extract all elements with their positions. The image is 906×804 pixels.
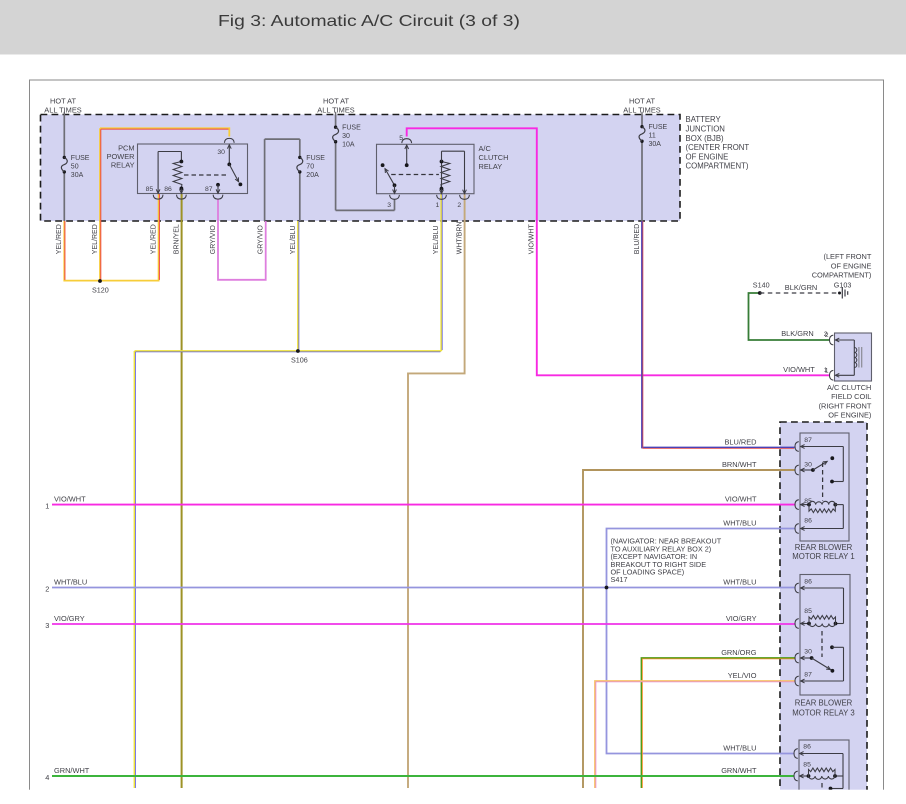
svg-text:WHT/BRN: WHT/BRN <box>456 222 463 255</box>
svg-text:A/C CLUTCH: A/C CLUTCH <box>827 383 871 392</box>
svg-text:FUSE: FUSE <box>649 124 668 131</box>
svg-text:VIO/WHT: VIO/WHT <box>54 494 86 503</box>
svg-text:1: 1 <box>436 202 440 209</box>
svg-text:MOTOR RELAY 3: MOTOR RELAY 3 <box>792 708 854 717</box>
svg-text:G103: G103 <box>834 280 852 289</box>
svg-text:1: 1 <box>45 501 49 510</box>
svg-text:BOX (BJB): BOX (BJB) <box>686 134 725 143</box>
svg-text:BLU/RED: BLU/RED <box>724 437 756 446</box>
svg-text:GRY/VIO: GRY/VIO <box>258 225 265 255</box>
svg-text:BLK/GRN: BLK/GRN <box>781 329 813 338</box>
svg-text:YEL/RED: YEL/RED <box>56 224 63 254</box>
svg-text:S417: S417 <box>611 575 628 584</box>
svg-text:A/C: A/C <box>479 144 492 153</box>
svg-text:HOT AT: HOT AT <box>629 97 655 106</box>
svg-text:87: 87 <box>804 437 812 444</box>
svg-text:ALL TIMES: ALL TIMES <box>317 105 354 114</box>
svg-text:30: 30 <box>804 648 812 655</box>
svg-text:COMPARTMENT): COMPARTMENT) <box>686 162 749 171</box>
svg-text:85: 85 <box>804 498 812 505</box>
svg-text:BRN/YEL: BRN/YEL <box>173 224 180 254</box>
svg-text:86: 86 <box>803 744 811 751</box>
svg-text:VIO/WHT: VIO/WHT <box>725 494 757 503</box>
svg-text:WHT/BLU: WHT/BLU <box>723 743 756 752</box>
svg-text:FUSE: FUSE <box>71 155 90 162</box>
svg-text:GRN/ORG: GRN/ORG <box>721 648 757 657</box>
svg-text:Fig 3: Automatic A/C Circuit (: Fig 3: Automatic A/C Circuit (3 of 3) <box>218 13 520 30</box>
svg-text:1: 1 <box>824 367 828 374</box>
svg-text:ALL TIMES: ALL TIMES <box>44 105 81 114</box>
svg-text:MOTOR RELAY 1: MOTOR RELAY 1 <box>792 552 854 561</box>
svg-text:85: 85 <box>146 186 154 193</box>
svg-text:RELAY: RELAY <box>111 160 135 169</box>
svg-text:30: 30 <box>342 133 350 140</box>
svg-text:COMPARTMENT): COMPARTMENT) <box>812 271 872 280</box>
svg-text:HOT AT: HOT AT <box>50 97 76 106</box>
svg-text:GRN/WHT: GRN/WHT <box>54 766 90 775</box>
svg-text:FUSE: FUSE <box>306 155 325 162</box>
svg-text:87: 87 <box>804 671 812 678</box>
svg-text:FIELD COIL: FIELD COIL <box>831 392 871 401</box>
svg-text:20A: 20A <box>306 172 319 179</box>
svg-text:50: 50 <box>71 163 79 170</box>
svg-text:REAR BLOWER: REAR BLOWER <box>795 698 853 707</box>
svg-text:WHT/BLU: WHT/BLU <box>723 518 756 527</box>
svg-text:(LEFT FRONT: (LEFT FRONT <box>823 252 871 261</box>
svg-text:70: 70 <box>306 163 314 170</box>
svg-text:FUSE: FUSE <box>342 125 361 132</box>
svg-text:2: 2 <box>824 331 828 338</box>
svg-text:CLUTCH: CLUTCH <box>479 153 509 162</box>
svg-text:86: 86 <box>804 518 812 525</box>
svg-text:GRN/WHT: GRN/WHT <box>721 766 757 775</box>
svg-text:4: 4 <box>45 773 49 782</box>
svg-text:BRN/WHT: BRN/WHT <box>722 460 757 469</box>
svg-text:VIO/GRY: VIO/GRY <box>54 614 85 623</box>
svg-text:87: 87 <box>205 186 213 193</box>
svg-text:BLU/RED: BLU/RED <box>634 224 641 254</box>
svg-text:OF ENGINE): OF ENGINE) <box>828 411 871 420</box>
svg-text:YEL/RED: YEL/RED <box>92 224 99 254</box>
svg-text:(CENTER FRONT: (CENTER FRONT <box>686 143 750 152</box>
svg-text:86: 86 <box>164 186 172 193</box>
svg-text:YEL/BLU: YEL/BLU <box>433 225 440 254</box>
svg-text:3: 3 <box>387 202 391 209</box>
svg-text:YEL/BLU: YEL/BLU <box>290 225 297 254</box>
svg-text:JUNCTION: JUNCTION <box>686 125 725 134</box>
svg-text:OF ENGINE: OF ENGINE <box>831 261 872 270</box>
svg-text:2: 2 <box>45 584 49 593</box>
svg-text:BLK/GRN: BLK/GRN <box>785 283 817 292</box>
svg-text:YEL/VIO: YEL/VIO <box>728 671 757 680</box>
svg-text:30: 30 <box>804 461 812 468</box>
svg-text:10A: 10A <box>342 142 355 149</box>
svg-text:S120: S120 <box>92 286 109 295</box>
svg-text:S106: S106 <box>291 356 308 365</box>
svg-text:VIO/WHT: VIO/WHT <box>529 224 536 255</box>
svg-text:85: 85 <box>804 608 812 615</box>
svg-text:VIO/WHT: VIO/WHT <box>783 365 815 374</box>
svg-text:30: 30 <box>217 149 225 156</box>
svg-text:WHT/BLU: WHT/BLU <box>723 577 756 586</box>
svg-text:YEL/RED: YEL/RED <box>150 224 157 254</box>
svg-text:OF ENGINE: OF ENGINE <box>686 152 729 161</box>
svg-text:ALL TIMES: ALL TIMES <box>623 105 660 114</box>
svg-text:BATTERY: BATTERY <box>686 115 722 124</box>
svg-text:86: 86 <box>804 579 812 586</box>
svg-text:11: 11 <box>649 133 656 140</box>
svg-text:2: 2 <box>457 202 461 209</box>
svg-text:GRY/VIO: GRY/VIO <box>210 225 217 255</box>
svg-text:HOT AT: HOT AT <box>323 97 349 106</box>
svg-text:85: 85 <box>803 762 811 769</box>
svg-text:VIO/GRY: VIO/GRY <box>726 614 757 623</box>
svg-text:RELAY: RELAY <box>479 162 503 171</box>
svg-text:3: 3 <box>45 621 49 630</box>
svg-text:(RIGHT FRONT: (RIGHT FRONT <box>819 401 872 410</box>
svg-text:30A: 30A <box>649 141 662 148</box>
svg-text:REAR BLOWER: REAR BLOWER <box>795 543 853 552</box>
svg-text:S140: S140 <box>753 281 770 290</box>
svg-text:WHT/BLU: WHT/BLU <box>54 577 87 586</box>
svg-text:30A: 30A <box>71 172 84 179</box>
